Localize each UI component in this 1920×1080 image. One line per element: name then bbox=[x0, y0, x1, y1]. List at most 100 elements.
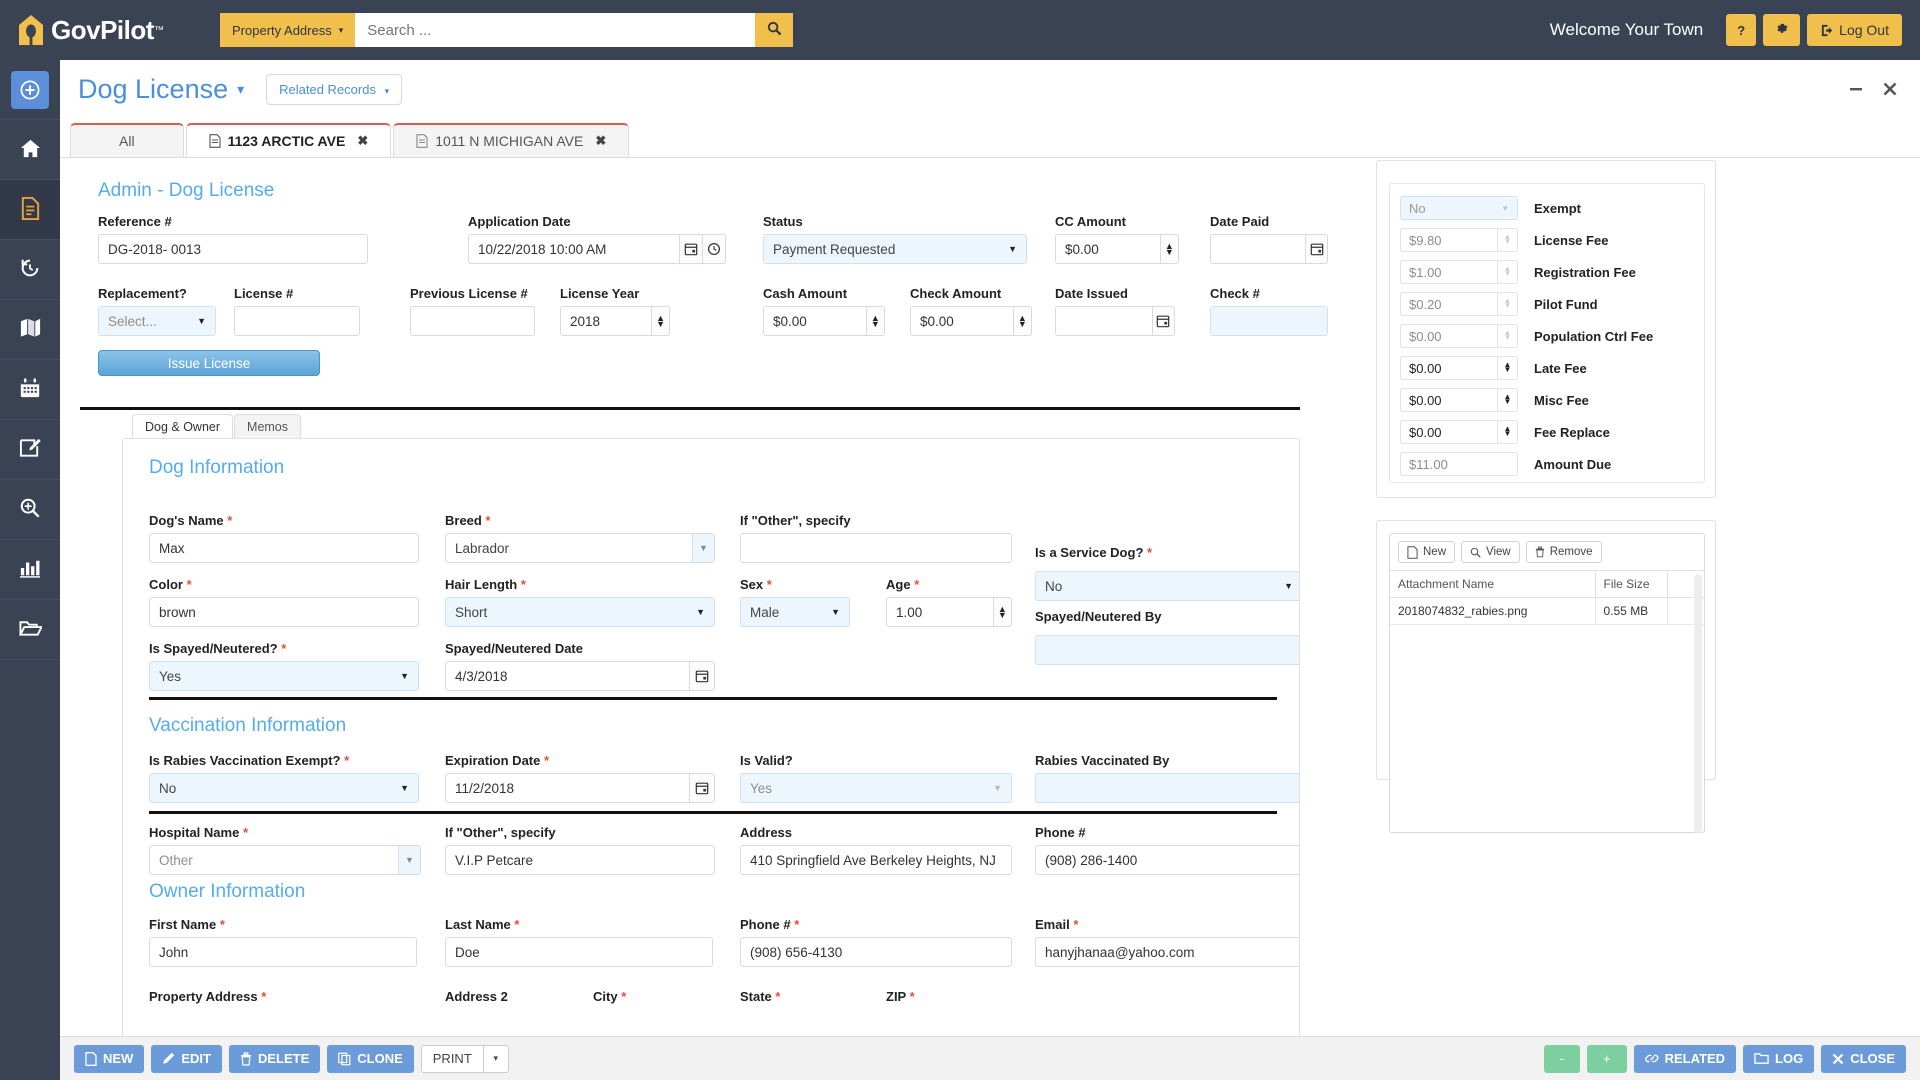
date-issued-input[interactable] bbox=[1055, 306, 1153, 336]
search-scope-dropdown[interactable]: Property Address ▾ bbox=[220, 13, 356, 47]
check-amount-stepper[interactable]: ▲ ▼ bbox=[1013, 306, 1032, 336]
hospital-phone-input[interactable] bbox=[1035, 845, 1299, 875]
late-fee-stepper[interactable]: ▲ ▼ bbox=[1498, 356, 1518, 380]
issue-license-button[interactable]: Issue License bbox=[98, 350, 320, 376]
attachments-scrollbar[interactable] bbox=[1694, 574, 1702, 834]
zoom-in-button[interactable]: + bbox=[1587, 1044, 1627, 1073]
age-stepper[interactable]: ▲ ▼ bbox=[993, 597, 1012, 627]
calendar-picker-icon[interactable] bbox=[689, 773, 715, 803]
record-tab-1011-n-michigan-ave[interactable]: 1011 N MICHIGAN AVE ✖ bbox=[393, 123, 630, 157]
column-header-file-size[interactable]: File Size bbox=[1595, 570, 1668, 598]
tab-memos[interactable]: Memos bbox=[234, 414, 302, 438]
owner-email-input[interactable] bbox=[1035, 937, 1299, 967]
spayed-by-input[interactable] bbox=[1035, 635, 1299, 665]
fee-replace-input[interactable] bbox=[1400, 420, 1498, 444]
sidebar-item-forms[interactable] bbox=[0, 420, 60, 480]
pilot-fund-stepper[interactable]: ▲ ▼ bbox=[1498, 292, 1518, 316]
license-year-stepper[interactable]: ▲ ▼ bbox=[652, 306, 670, 336]
is-spayed-select[interactable]: Yes ▼ bbox=[149, 661, 419, 691]
rabies-exempt-select[interactable]: No ▼ bbox=[149, 773, 419, 803]
calendar-picker-icon[interactable] bbox=[1152, 306, 1175, 336]
cash-amount-stepper[interactable]: ▲ ▼ bbox=[866, 306, 885, 336]
attachment-remove-button[interactable]: Remove bbox=[1525, 541, 1602, 563]
age-input[interactable] bbox=[886, 597, 994, 627]
edit-button[interactable]: EDIT bbox=[151, 1044, 222, 1073]
check-number-input[interactable] bbox=[1210, 306, 1328, 336]
logout-button[interactable]: Log Out bbox=[1807, 14, 1902, 46]
sidebar-item-reports[interactable] bbox=[0, 540, 60, 600]
registration-fee-stepper[interactable]: ▲ ▼ bbox=[1498, 260, 1518, 284]
misc-fee-stepper[interactable]: ▲ ▼ bbox=[1498, 388, 1518, 412]
cc-amount-stepper[interactable]: ▲ ▼ bbox=[1160, 234, 1179, 264]
status-select[interactable]: Payment Requested ▼ bbox=[763, 234, 1027, 264]
calendar-picker-icon[interactable] bbox=[680, 234, 704, 264]
service-dog-select[interactable]: No ▼ bbox=[1035, 571, 1299, 601]
cc-amount-input[interactable] bbox=[1055, 234, 1161, 264]
population-ctrl-fee-stepper[interactable]: ▲ ▼ bbox=[1498, 324, 1518, 348]
settings-button[interactable] bbox=[1763, 14, 1801, 46]
minimize-icon[interactable] bbox=[1848, 81, 1864, 97]
sidebar-item-history[interactable] bbox=[0, 240, 60, 300]
dog-name-input[interactable] bbox=[149, 533, 419, 563]
is-valid-select[interactable]: Yes ▼ bbox=[740, 773, 1012, 803]
help-button[interactable]: ? bbox=[1726, 14, 1757, 46]
breed-other-input[interactable] bbox=[740, 533, 1012, 563]
replacement-select[interactable]: Select... ▼ bbox=[98, 306, 216, 336]
sidebar-item-files[interactable] bbox=[0, 600, 60, 660]
license-year-input[interactable] bbox=[560, 306, 653, 336]
print-button[interactable]: PRINT bbox=[420, 1044, 483, 1073]
hospital-name-select[interactable]: Other ▼ bbox=[149, 845, 421, 875]
reference-input[interactable] bbox=[98, 234, 368, 264]
misc-fee-input[interactable] bbox=[1400, 388, 1498, 412]
date-paid-input[interactable] bbox=[1210, 234, 1307, 264]
expiration-date-input[interactable] bbox=[445, 773, 690, 803]
column-header-attachment-name[interactable]: Attachment Name bbox=[1390, 570, 1596, 598]
sidebar-item-add[interactable] bbox=[0, 60, 60, 120]
registration-fee-input[interactable] bbox=[1400, 260, 1498, 284]
zoom-out-button[interactable]: - bbox=[1543, 1044, 1580, 1073]
print-chevron-down-icon[interactable]: ▾ bbox=[482, 1044, 509, 1073]
sidebar-item-home[interactable] bbox=[0, 120, 60, 180]
sidebar-item-search[interactable] bbox=[0, 480, 60, 540]
application-date-input[interactable] bbox=[468, 234, 681, 264]
close-button[interactable]: CLOSE bbox=[1821, 1044, 1906, 1073]
table-row[interactable]: 2018074832_rabies.png 0.55 MB bbox=[1390, 597, 1704, 625]
tab-dog-and-owner[interactable]: Dog & Owner bbox=[132, 414, 234, 438]
check-amount-input[interactable] bbox=[910, 306, 1014, 336]
pilot-fund-input[interactable] bbox=[1400, 292, 1498, 316]
sidebar-item-records[interactable] bbox=[0, 180, 60, 240]
spayed-date-input[interactable] bbox=[445, 661, 690, 691]
close-tab-icon[interactable]: ✖ bbox=[357, 133, 368, 149]
related-button[interactable]: RELATED bbox=[1633, 1044, 1737, 1073]
close-icon[interactable] bbox=[1882, 81, 1898, 97]
license-fee-input[interactable] bbox=[1400, 228, 1498, 252]
page-title-chevron-down-icon[interactable]: ▾ bbox=[237, 81, 244, 98]
rabies-vaccinated-by-input[interactable] bbox=[1035, 773, 1299, 803]
exempt-select[interactable]: No ▼ bbox=[1400, 196, 1518, 220]
time-picker-icon[interactable] bbox=[703, 234, 727, 264]
license-fee-stepper[interactable]: ▲ ▼ bbox=[1498, 228, 1518, 252]
hospital-other-input[interactable] bbox=[445, 845, 715, 875]
search-button[interactable] bbox=[755, 13, 794, 47]
owner-last-name-input[interactable] bbox=[445, 937, 713, 967]
attachment-view-button[interactable]: View bbox=[1461, 541, 1520, 563]
sidebar-item-map[interactable] bbox=[0, 300, 60, 360]
population-ctrl-fee-input[interactable] bbox=[1400, 324, 1498, 348]
late-fee-input[interactable] bbox=[1400, 356, 1498, 380]
clone-button[interactable]: CLONE bbox=[327, 1044, 414, 1073]
sex-select[interactable]: Male ▼ bbox=[740, 597, 850, 627]
delete-button[interactable]: DELETE bbox=[228, 1044, 321, 1073]
close-tab-icon[interactable]: ✖ bbox=[595, 133, 606, 149]
hospital-address-input[interactable] bbox=[740, 845, 1012, 875]
license-number-input[interactable] bbox=[234, 306, 360, 336]
fee-replace-stepper[interactable]: ▲ ▼ bbox=[1498, 420, 1518, 444]
sidebar-item-calendar[interactable] bbox=[0, 360, 60, 420]
cash-amount-input[interactable] bbox=[763, 306, 867, 336]
related-records-dropdown[interactable]: Related Records ▾ bbox=[266, 73, 403, 105]
record-tab-all[interactable]: All bbox=[70, 123, 184, 157]
owner-first-name-input[interactable] bbox=[149, 937, 417, 967]
previous-license-input[interactable] bbox=[410, 306, 535, 336]
log-button[interactable]: LOG bbox=[1743, 1044, 1815, 1073]
new-button[interactable]: NEW bbox=[74, 1044, 145, 1073]
hair-length-select[interactable]: Short ▼ bbox=[445, 597, 715, 627]
